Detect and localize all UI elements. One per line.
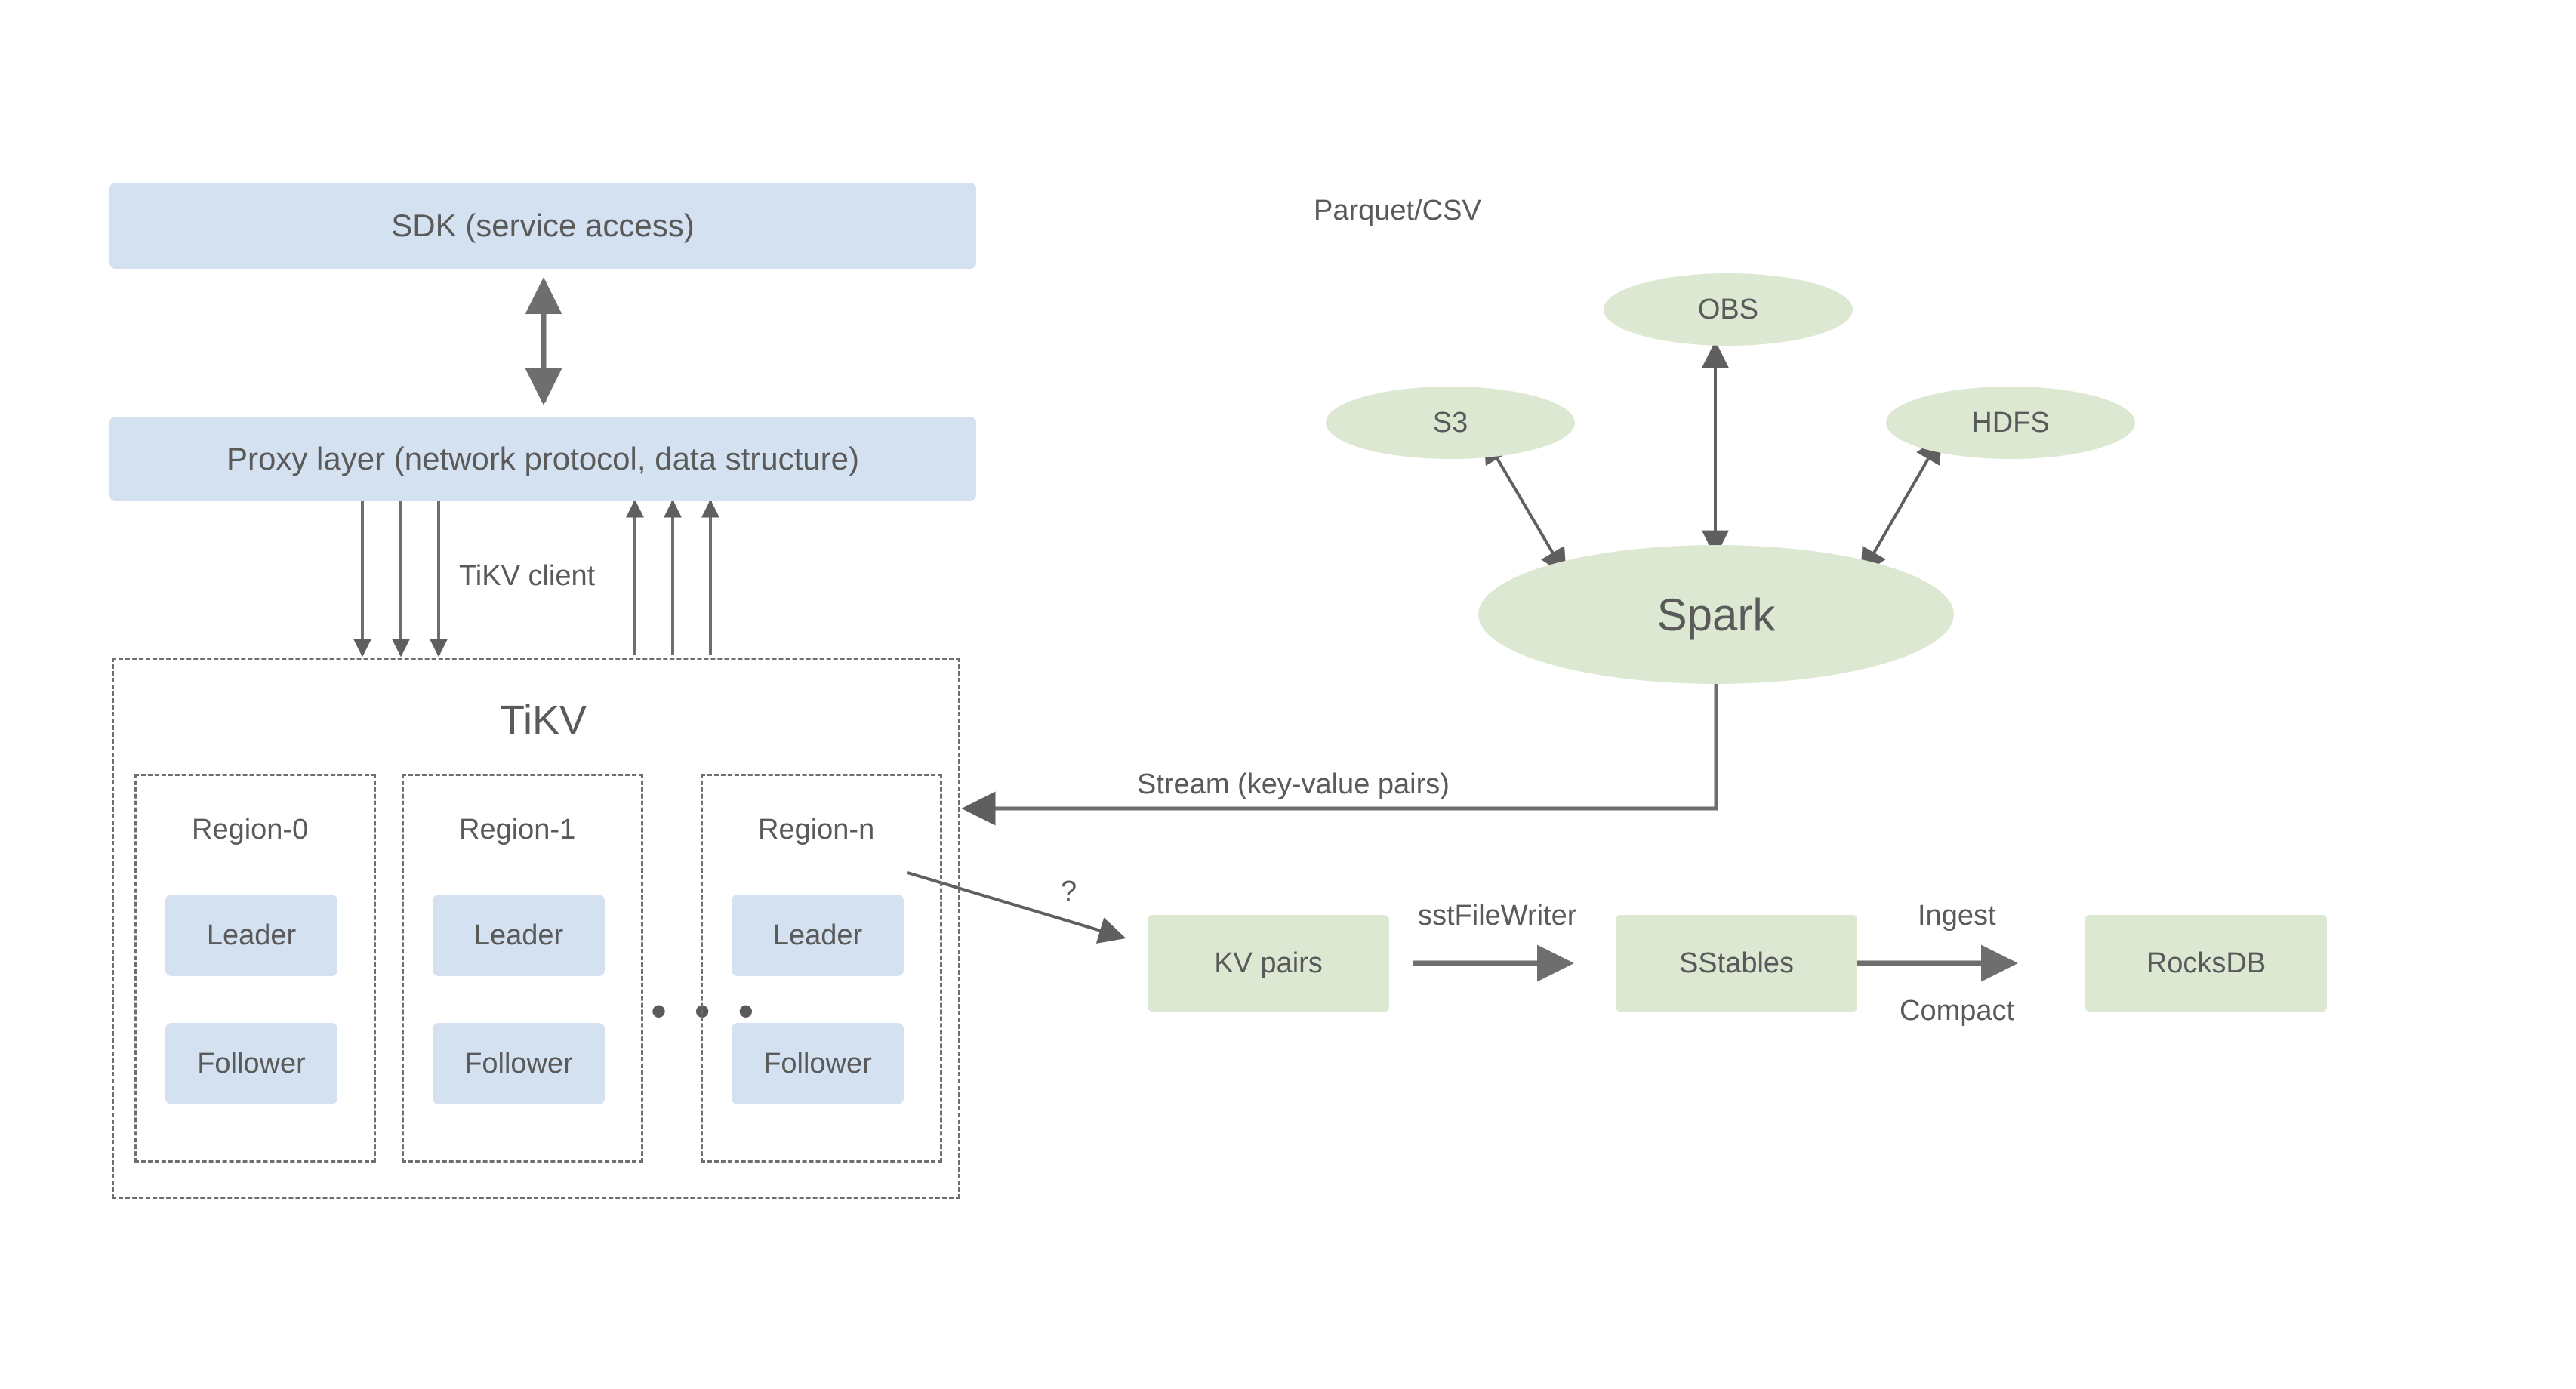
spark-ellipse[interactable]: Spark [1478, 545, 1954, 684]
sdk-box[interactable]: SDK (service access) [109, 183, 976, 269]
sstfilewriter-edge-label: sstFileWriter [1418, 900, 1577, 932]
region-0-leader[interactable]: Leader [165, 895, 337, 976]
diagram-canvas: SDK (service access) Proxy layer (networ… [0, 0, 2576, 1389]
region-1-leader[interactable]: Leader [433, 895, 605, 976]
region-1-leader-label: Leader [473, 919, 564, 951]
tikv-title: TiKV [500, 698, 587, 743]
ingest-edge-label: Ingest [1918, 900, 1996, 932]
pipeline-step-rocksdb-label: RocksDB [2146, 947, 2266, 979]
storage-ellipse-obs[interactable]: OBS [1604, 273, 1853, 346]
storage-ellipse-hdfs[interactable]: HDFS [1886, 387, 2135, 459]
region-1-follower[interactable]: Follower [433, 1023, 605, 1104]
sdk-label: SDK (service access) [391, 208, 695, 243]
region-label-n: Region-n [758, 814, 875, 845]
edge-s3-spark [1484, 435, 1567, 577]
pipeline-step-rocksdb[interactable]: RocksDB [2085, 915, 2327, 1012]
region-0-follower-label: Follower [197, 1047, 306, 1079]
region-n-leader[interactable]: Leader [732, 895, 904, 976]
storage-label-hdfs: HDFS [1971, 406, 2050, 439]
spark-label: Spark [1656, 589, 1776, 640]
parquet-csv-label: Parquet/CSV [1314, 195, 1481, 226]
region-0-follower[interactable]: Follower [165, 1023, 337, 1104]
pipeline-step-kv-pairs-label: KV pairs [1214, 947, 1323, 979]
pipeline-step-sstables[interactable]: SStables [1616, 915, 1857, 1012]
region-n-follower[interactable]: Follower [732, 1023, 904, 1104]
region-n-follower-label: Follower [763, 1047, 872, 1079]
edge-hdfs-spark [1860, 435, 1942, 577]
region-label-1: Region-1 [459, 814, 576, 845]
storage-label-s3: S3 [1432, 406, 1468, 439]
pipeline-step-sstables-label: SStables [1678, 947, 1795, 979]
proxy-layer-label: Proxy layer (network protocol, data stru… [226, 441, 859, 476]
compact-edge-label: Compact [1900, 995, 2015, 1027]
proxy-layer-box[interactable]: Proxy layer (network protocol, data stru… [109, 417, 976, 501]
region-1-follower-label: Follower [464, 1047, 573, 1079]
stream-edge-label: Stream (key-value pairs) [1137, 768, 1450, 800]
region-label-0: Region-0 [192, 814, 309, 845]
pipeline-step-kv-pairs[interactable]: KV pairs [1148, 915, 1389, 1012]
region-n-leader-label: Leader [772, 919, 863, 951]
storage-ellipse-s3[interactable]: S3 [1326, 387, 1575, 459]
region-0-leader-label: Leader [206, 919, 297, 951]
storage-label-obs: OBS [1697, 293, 1759, 325]
tikv-client-label: TiKV client [459, 560, 596, 592]
unknown-edge-label: ? [1061, 876, 1077, 907]
